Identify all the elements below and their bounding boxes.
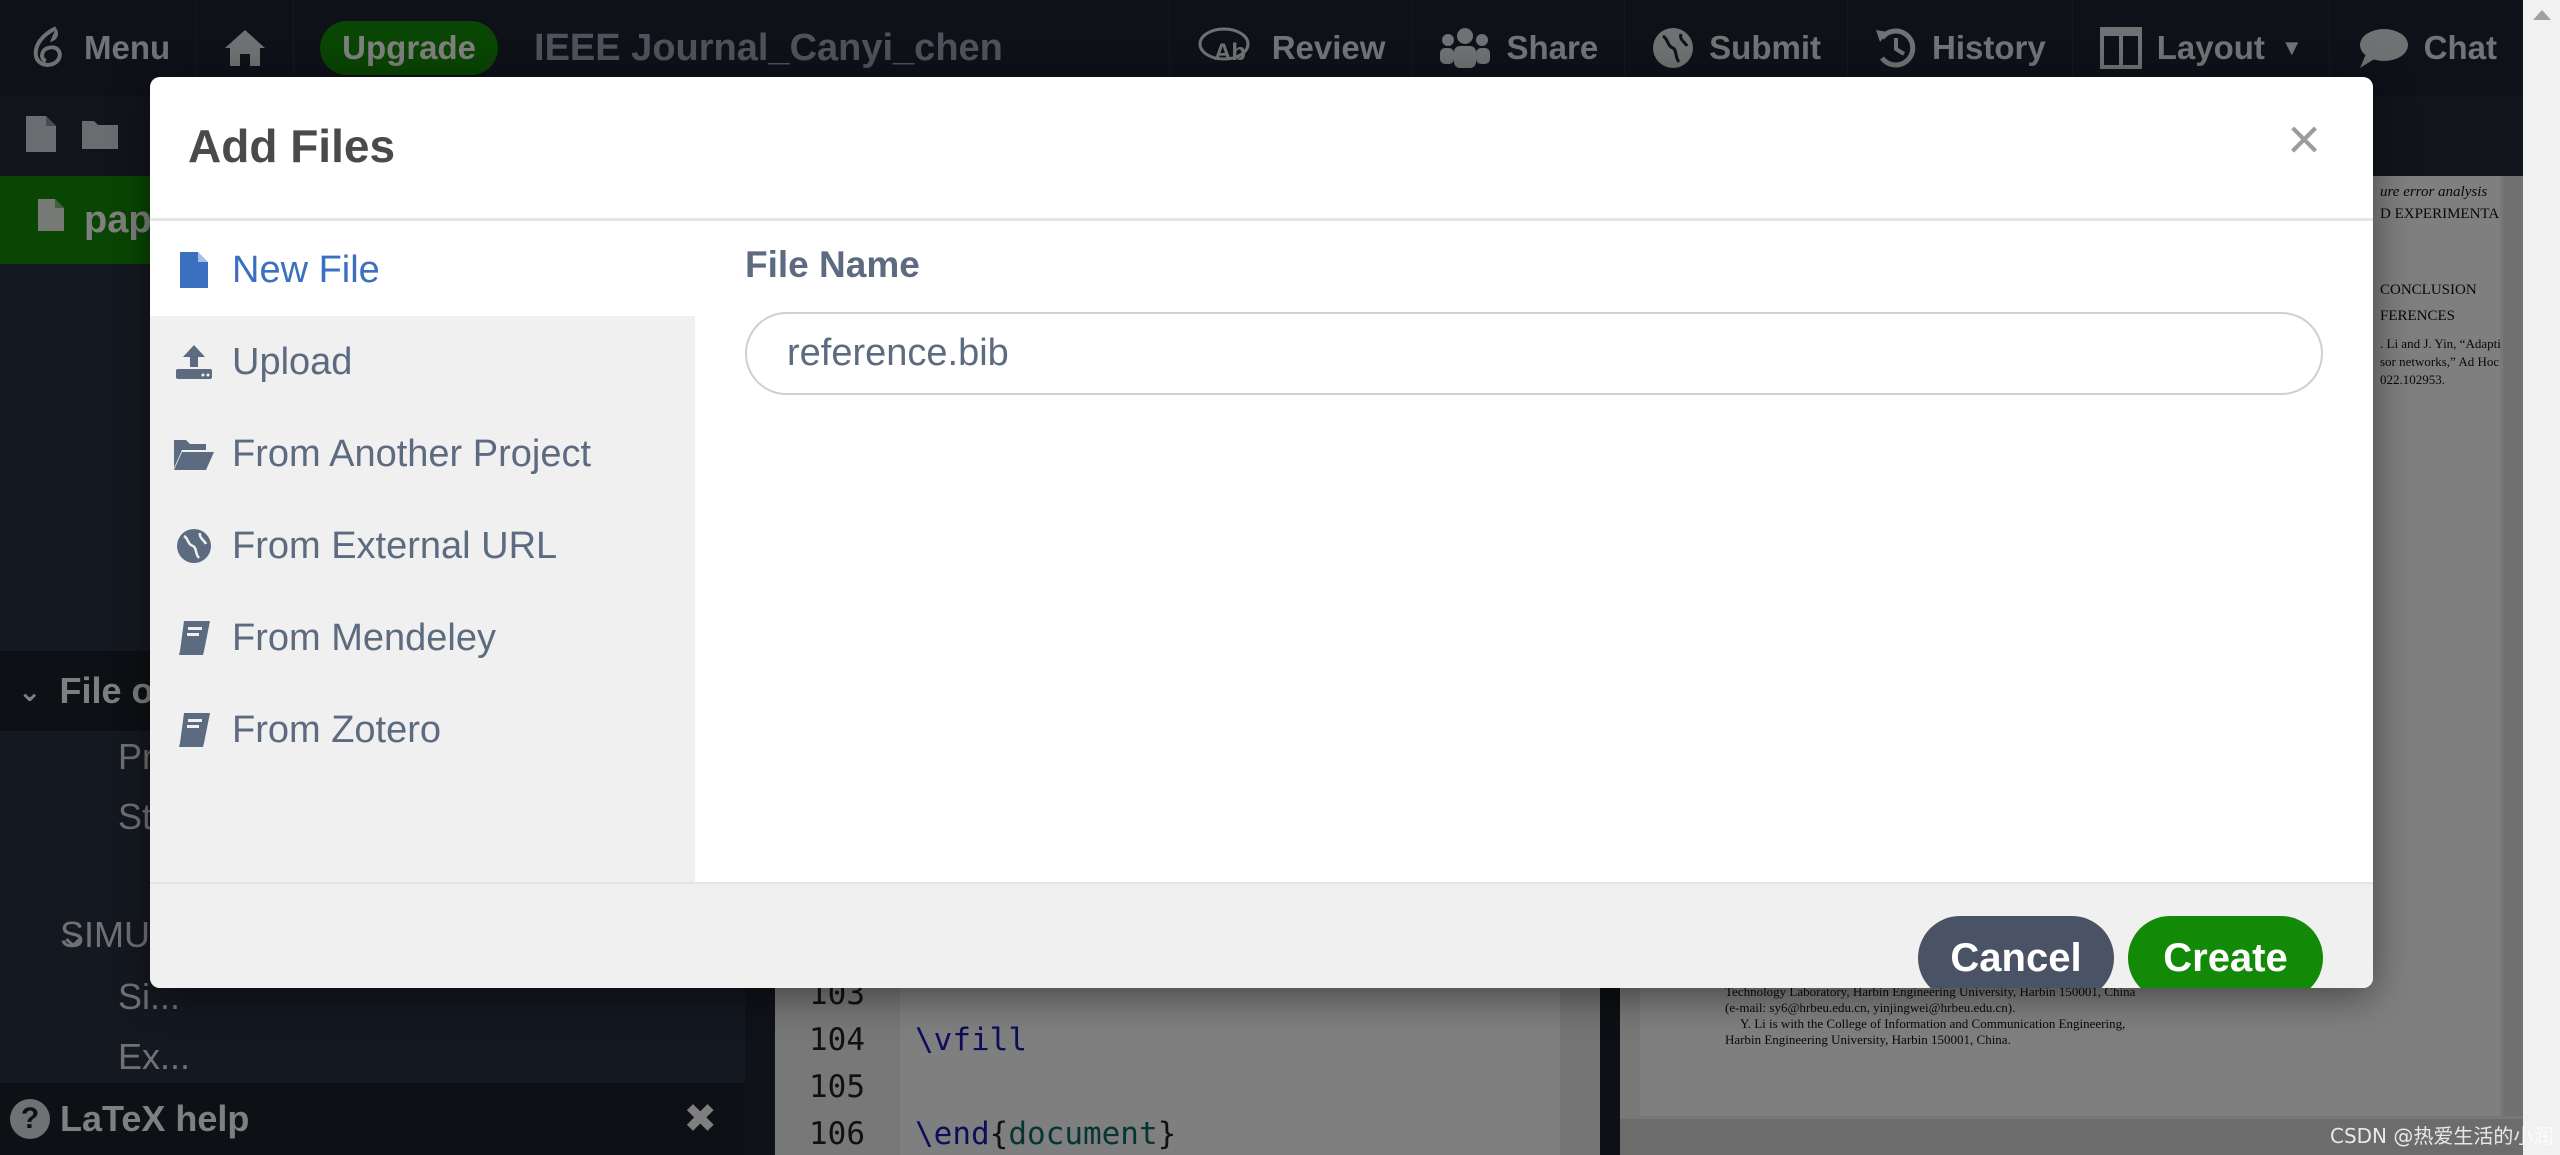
window-scrollbar[interactable] — [2523, 0, 2560, 1155]
nav-item-from-zotero[interactable]: From Zotero — [150, 684, 695, 776]
nav-item-label: New File — [232, 248, 380, 291]
nav-item-label: From External URL — [232, 524, 558, 567]
globe-icon — [172, 524, 216, 568]
create-button[interactable]: Create — [2128, 916, 2323, 988]
nav-item-new-file[interactable]: New File — [150, 224, 695, 316]
cancel-button[interactable]: Cancel — [1918, 916, 2114, 988]
close-icon[interactable]: × — [2277, 111, 2331, 169]
nav-item-from-mendeley[interactable]: From Mendeley — [150, 592, 695, 684]
modal-title: Add Files — [188, 120, 396, 172]
upload-icon — [172, 340, 216, 384]
book-icon — [172, 708, 216, 752]
scroll-up-arrow-icon[interactable] — [2533, 10, 2551, 20]
nav-item-from-external-url[interactable]: From External URL — [150, 500, 695, 592]
nav-item-from-another-project[interactable]: From Another Project — [150, 408, 695, 500]
nav-item-label: From Another Project — [232, 432, 592, 475]
nav-item-upload[interactable]: Upload — [150, 316, 695, 408]
file-name-label: File Name — [745, 244, 920, 285]
book-icon — [172, 616, 216, 660]
watermark: CSDN @热爱生活的小润 — [2330, 1124, 2554, 1148]
add-files-modal: Add Files × New File Upload From Another… — [150, 77, 2373, 988]
modal-header: Add Files × — [150, 77, 2373, 221]
folder-open-icon — [172, 432, 216, 476]
nav-item-label: Upload — [232, 340, 353, 383]
new-file-panel: File Name — [695, 224, 2373, 882]
file-icon — [172, 248, 216, 292]
file-name-input[interactable] — [745, 312, 2323, 395]
add-files-source-nav: New File Upload From Another Project Fro… — [150, 224, 695, 882]
nav-item-label: From Zotero — [232, 708, 442, 751]
modal-footer: Cancel Create — [150, 882, 2373, 988]
nav-item-label: From Mendeley — [232, 616, 496, 659]
